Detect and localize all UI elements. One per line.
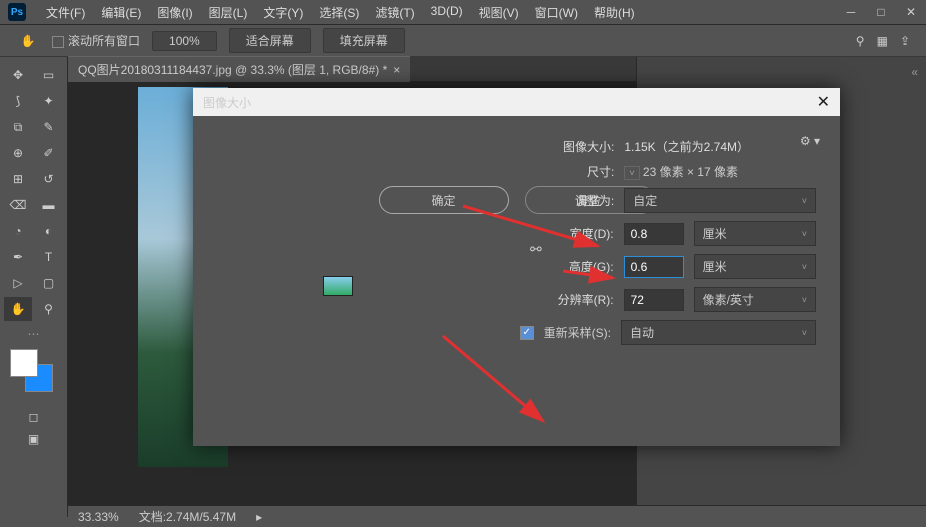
menu-item[interactable]: 文件(F) [38, 4, 93, 21]
pen-tool[interactable]: ✒ [4, 245, 32, 269]
image-size-dialog: 图像大小 ✕ ⚙ ▾ 图像大小: 1.15K（之前为2.74M） 尺寸: ˅ 2… [193, 88, 840, 446]
document-tab[interactable]: QQ图片20180311184437.jpg @ 33.3% (图层 1, RG… [68, 56, 410, 82]
dim-label: 尺寸: [516, 163, 614, 180]
healing-tool[interactable]: ⊕ [4, 141, 32, 165]
status-bar: 33.33% 文档:2.74M/5.47M ▸ [68, 505, 926, 527]
res-unit-select[interactable]: 像素/英寸˅ [694, 287, 816, 312]
height-input[interactable] [624, 256, 684, 278]
maximize-button[interactable]: □ [866, 0, 896, 25]
grid-icon[interactable]: ▦ [877, 34, 888, 48]
res-input[interactable] [624, 289, 684, 311]
preview-thumbnail [323, 276, 353, 296]
menu-item[interactable]: 图层(L) [201, 4, 256, 21]
close-button[interactable]: ✕ [896, 0, 926, 25]
menubar: Ps 文件(F)编辑(E)图像(I)图层(L)文字(Y)选择(S)滤镜(T)3D… [0, 0, 926, 25]
width-unit-select[interactable]: 厘米˅ [694, 221, 816, 246]
resample-select[interactable]: 自动˅ [621, 320, 816, 345]
menu-item[interactable]: 图像(I) [149, 4, 200, 21]
fit-select[interactable]: 自定˅ [624, 188, 816, 213]
menu-item[interactable]: 滤镜(T) [367, 4, 422, 21]
move-tool[interactable]: ✥ [4, 63, 32, 87]
blur-tool[interactable]: ◔ [4, 219, 32, 243]
dialog-titlebar: 图像大小 ✕ [193, 88, 840, 116]
ps-logo: Ps [8, 3, 26, 21]
status-zoom[interactable]: 33.33% [78, 510, 119, 524]
gradient-tool[interactable]: ▬ [35, 193, 63, 217]
status-doc: 文档:2.74M/5.47M [139, 508, 236, 525]
link-dimensions-icon[interactable]: ⚯ [530, 241, 542, 258]
tools-panel: ✥ ▭ ⟆ ✦ ⧉ ✎ ⊕ ✐ ⊞ ↺ ⌫ ▬ ◔ ◐ ✒ T ▷ ▢ ✋ ⚲ … [0, 57, 68, 517]
width-input[interactable] [624, 223, 684, 245]
hand-tool-icon: ✋ [16, 29, 40, 53]
color-swatches[interactable] [10, 349, 60, 394]
fit-label: 调整为: [516, 192, 614, 209]
width-label: 宽度(D): [516, 225, 614, 242]
menu-item[interactable]: 编辑(E) [93, 4, 149, 21]
foreground-color[interactable] [10, 349, 38, 377]
scroll-all-checkbox[interactable]: 滚动所有窗口 [52, 32, 140, 49]
dodge-tool[interactable]: ◐ [35, 219, 63, 243]
options-bar: ✋ 滚动所有窗口 100% 适合屏幕 填充屏幕 ⚲ ▦ ⇪ [0, 25, 926, 57]
status-chevron-icon[interactable]: ▸ [256, 510, 262, 524]
resample-label: 重新采样(S): [544, 324, 611, 341]
stamp-tool[interactable]: ⊞ [4, 167, 32, 191]
path-tool[interactable]: ▷ [4, 271, 32, 295]
res-label: 分辨率(R): [516, 291, 614, 308]
panel-collapse-icon[interactable]: « [645, 65, 918, 79]
menu-item[interactable]: 3D(D) [423, 4, 471, 21]
dim-value: 23 像素 × 17 像素 [643, 165, 738, 179]
menu-item[interactable]: 帮助(H) [586, 4, 643, 21]
zoom-tool[interactable]: ⚲ [35, 297, 63, 321]
ok-button[interactable]: 确定 [379, 186, 509, 214]
menu-item[interactable]: 文字(Y) [255, 4, 311, 21]
tab-close-icon[interactable]: × [393, 63, 400, 77]
minimize-button[interactable]: ─ [836, 0, 866, 25]
fill-screen-button[interactable]: 填充屏幕 [323, 28, 405, 53]
shape-tool[interactable]: ▢ [35, 271, 63, 295]
resample-checkbox[interactable]: ✓ [520, 326, 534, 340]
history-brush-tool[interactable]: ↺ [35, 167, 63, 191]
screenmode-icon[interactable]: ▣ [4, 432, 63, 446]
menu-item[interactable]: 选择(S) [311, 4, 367, 21]
lasso-tool[interactable]: ⟆ [4, 89, 32, 113]
tool-extras-icon[interactable]: ⋯ [4, 327, 63, 341]
menu-item[interactable]: 视图(V) [471, 4, 527, 21]
crop-tool[interactable]: ⧉ [4, 115, 32, 139]
share-icon[interactable]: ⇪ [900, 34, 910, 48]
marquee-tool[interactable]: ▭ [35, 63, 63, 87]
zoom-value[interactable]: 100% [152, 31, 217, 51]
brush-tool[interactable]: ✐ [35, 141, 63, 165]
fit-screen-button[interactable]: 适合屏幕 [229, 28, 311, 53]
size-value: 1.15K（之前为2.74M） [624, 138, 816, 155]
height-label: 高度(G): [516, 258, 614, 275]
quickmask-icon[interactable]: ◻ [4, 410, 63, 424]
dialog-close-icon[interactable]: ✕ [817, 92, 830, 112]
type-tool[interactable]: T [35, 245, 63, 269]
search-icon[interactable]: ⚲ [856, 34, 865, 48]
menu-item[interactable]: 窗口(W) [527, 4, 586, 21]
wand-tool[interactable]: ✦ [35, 89, 63, 113]
height-unit-select[interactable]: 厘米˅ [694, 254, 816, 279]
eraser-tool[interactable]: ⌫ [4, 193, 32, 217]
hand-tool[interactable]: ✋ [4, 297, 32, 321]
eyedropper-tool[interactable]: ✎ [35, 115, 63, 139]
size-label: 图像大小: [516, 138, 614, 155]
